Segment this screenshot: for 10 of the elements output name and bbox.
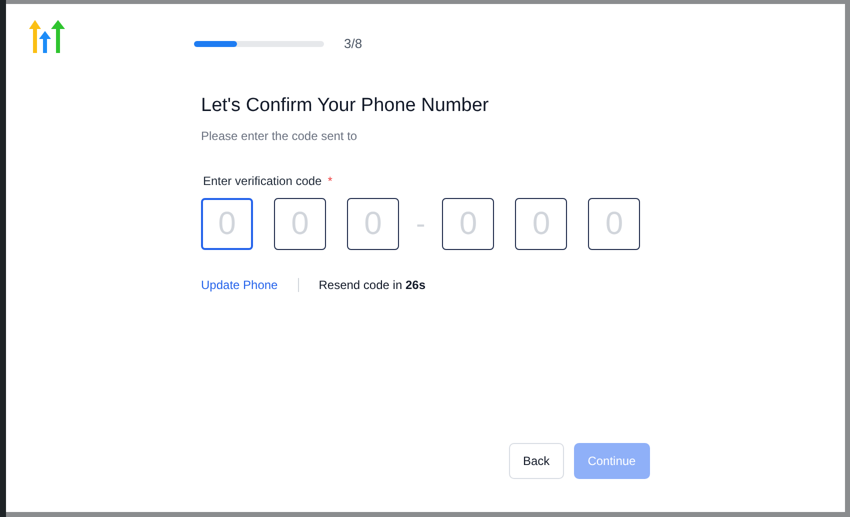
back-button[interactable]: Back xyxy=(509,443,564,479)
logo-icon xyxy=(28,20,66,54)
update-phone-link[interactable]: Update Phone xyxy=(201,276,278,294)
resend-countdown: Resend code in 26s xyxy=(318,276,426,294)
required-mark: * xyxy=(328,172,332,190)
subtitle: Please enter the code sent to xyxy=(201,128,358,144)
page-title: Let's Confirm Your Phone Number xyxy=(201,94,490,118)
step-counter: 3/8 xyxy=(344,35,362,53)
code-separator: - xyxy=(416,206,426,240)
field-label: Enter verification code xyxy=(203,172,322,190)
